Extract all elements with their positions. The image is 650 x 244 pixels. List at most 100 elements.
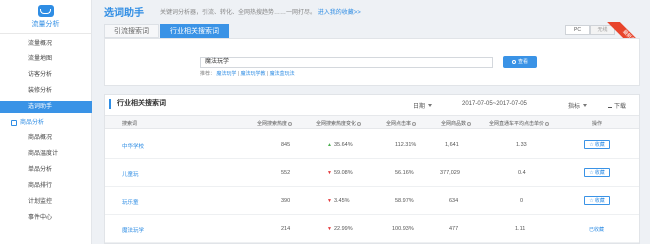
column-header-label: 全网商品数	[441, 121, 467, 127]
ctr-value: 56.16%	[395, 170, 414, 176]
sidebar-item-keyword-helper[interactable]: 选词助手	[0, 101, 92, 113]
help-icon	[545, 121, 550, 126]
page-title: 选词助手	[104, 8, 144, 19]
search-icon	[511, 59, 516, 64]
sidebar-item-decoration-analysis[interactable]: 装修分析	[0, 85, 92, 97]
trend-down-arrow-icon: ▼	[327, 226, 332, 232]
column-header-goods-count[interactable]: 全网商品数	[441, 120, 472, 127]
metric-label: 指标	[568, 104, 581, 110]
date-label: 日期	[413, 104, 426, 110]
goods-count-value: 377,029	[440, 170, 460, 176]
column-header-label: 全网搜索热度	[257, 121, 288, 127]
table-row: 儿童玩 552 ▼ 59.08% 56.16% 377,029 0.4 ☆收藏	[105, 159, 639, 187]
metric-selector[interactable]: 指标	[568, 101, 588, 110]
chevron-down-icon	[428, 104, 433, 107]
sidebar-item-plan-monitor[interactable]: 计划监控	[0, 196, 92, 208]
search-heat-value: 552	[281, 170, 291, 176]
download-label: 下载	[614, 104, 627, 110]
favorite-button[interactable]: ☆收藏	[584, 196, 610, 205]
keyword-search-input[interactable]: 魔法玩学	[200, 57, 493, 68]
sidebar-item-event-center[interactable]: 事件中心	[0, 212, 92, 224]
column-header-search-heat[interactable]: 全网搜索热度	[257, 120, 293, 127]
sidebar-item-product-overview[interactable]: 商品概况	[0, 132, 92, 144]
favorites-link[interactable]: 进入我的收藏>>	[318, 10, 361, 16]
device-pc-button[interactable]: PC	[565, 25, 590, 35]
help-icon	[357, 121, 362, 126]
table-title: 行业相关搜索词	[109, 99, 166, 109]
column-header-heat-change[interactable]: 全网搜索热度变化	[316, 120, 362, 127]
date-range: 2017-07-05~2017-07-05	[462, 101, 527, 107]
sidebar-logo[interactable]: 流量分析	[0, 0, 91, 34]
tab-industry-related-search-words[interactable]: 行业相关搜索词	[160, 24, 229, 38]
heat-change-text: 3.45%	[333, 198, 350, 204]
search-heat-value: 845	[281, 142, 291, 148]
tab-traffic-search-words[interactable]: 引流搜索词	[104, 24, 159, 38]
favorite-button[interactable]: ☆收藏	[584, 140, 610, 149]
sidebar-group-product-analysis[interactable]: 商品分析	[0, 117, 92, 129]
star-icon: ☆	[589, 170, 594, 176]
avg-cpc-value: 1.33	[516, 142, 527, 148]
download-button[interactable]: 下载	[608, 101, 626, 110]
ctr-value: 58.97%	[395, 198, 414, 204]
star-icon: ☆	[589, 142, 594, 148]
keyword-link[interactable]: 儿童玩	[122, 170, 139, 178]
sidebar-item-visitor-analysis[interactable]: 访客分析	[0, 69, 92, 81]
heat-change-value: ▼ 59.08%	[327, 170, 353, 176]
download-icon	[608, 104, 612, 108]
sidebar-logo-text: 流量分析	[31, 20, 60, 28]
favorite-label: 收藏	[594, 142, 605, 148]
sidebar-item-single-product[interactable]: 单品分析	[0, 164, 92, 176]
column-header-label: 全网直通车平均点击单价	[489, 121, 545, 127]
favorite-button[interactable]: ☆收藏	[584, 168, 610, 177]
help-icon	[412, 121, 417, 126]
avg-cpc-value: 0.4	[518, 170, 526, 176]
table-row: 中华学校 845 ▲ 35.64% 112.31% 1,641 1.33 ☆收藏	[105, 131, 639, 159]
recommend-link[interactable]: 魔法玩学教	[241, 71, 266, 77]
avg-cpc-value: 0	[520, 198, 524, 204]
column-header-label: 全网搜索热度变化	[316, 121, 357, 127]
ctr-value: 112.31%	[395, 142, 417, 148]
sidebar-item-traffic-overview[interactable]: 流量概况	[0, 38, 92, 50]
column-header-ctr[interactable]: 全网点击率	[386, 120, 417, 127]
favorited-status[interactable]: 已收藏	[589, 226, 604, 233]
product-group-icon	[11, 120, 17, 126]
column-header-label: 全网点击率	[386, 121, 412, 127]
chevron-down-icon	[583, 104, 588, 107]
favorite-label: 收藏	[594, 170, 605, 176]
heat-change-value: ▲ 35.64%	[327, 142, 353, 148]
search-button-label: 查看	[517, 59, 528, 65]
heat-change-text: 59.08%	[333, 170, 353, 176]
column-header-avg-cpc[interactable]: 全网直通车平均点击单价	[489, 120, 550, 127]
table-row: 玩乐童 390 ▼ 3.45% 58.97% 634 0 ☆收藏	[105, 187, 639, 215]
search-heat-value: 214	[281, 226, 291, 232]
ctr-value: 100.93%	[392, 226, 414, 232]
recommend-row: 推荐： 魔法玩学 | 魔法玩学教 | 魔法盒玩法	[200, 70, 295, 77]
help-icon	[288, 121, 293, 126]
keyword-link[interactable]: 中华学校	[122, 142, 144, 150]
column-header-action: 操作	[592, 121, 603, 127]
goods-count-value: 1,641	[445, 142, 459, 148]
help-icon	[467, 121, 472, 126]
sidebar-item-product-ranking[interactable]: 商品排行	[0, 180, 92, 192]
page-subtitle-text: 关键词分析器，引流、转化、全网热搜趋势……一网打尽。	[160, 10, 317, 16]
search-button[interactable]: 查看	[503, 56, 537, 68]
star-icon: ☆	[589, 198, 594, 204]
avg-cpc-value: 1.11	[515, 226, 526, 232]
recommend-link[interactable]: 魔法玩学	[216, 71, 236, 77]
heat-change-value: ▼ 3.45%	[327, 198, 350, 204]
date-selector[interactable]: 日期	[413, 101, 433, 110]
column-header-keyword: 搜索词	[122, 121, 138, 127]
recommend-link[interactable]: 魔法盒玩法	[270, 71, 295, 77]
favorite-label: 收藏	[594, 198, 605, 204]
sidebar-item-traffic-map[interactable]: 流量地图	[0, 53, 92, 65]
trend-down-arrow-icon: ▼	[327, 170, 332, 176]
tab-bar: 引流搜索词 行业相关搜索词	[104, 24, 230, 38]
table-row: 魔法玩学 214 ▼ 22.99% 100.93% 477 1.11 已收藏	[105, 215, 639, 243]
keyword-link[interactable]: 魔法玩学	[122, 226, 144, 234]
sidebar-item-product-thermometer[interactable]: 商品温度计	[0, 148, 92, 160]
analytics-logo-icon	[37, 4, 54, 17]
keyword-link[interactable]: 玩乐童	[122, 198, 139, 206]
recommend-label: 推荐：	[200, 71, 216, 77]
page-subtitle: 关键词分析器，引流、转化、全网热搜趋势……一网打尽。 进入我的收藏>>	[160, 7, 361, 16]
search-heat-value: 390	[281, 198, 291, 204]
